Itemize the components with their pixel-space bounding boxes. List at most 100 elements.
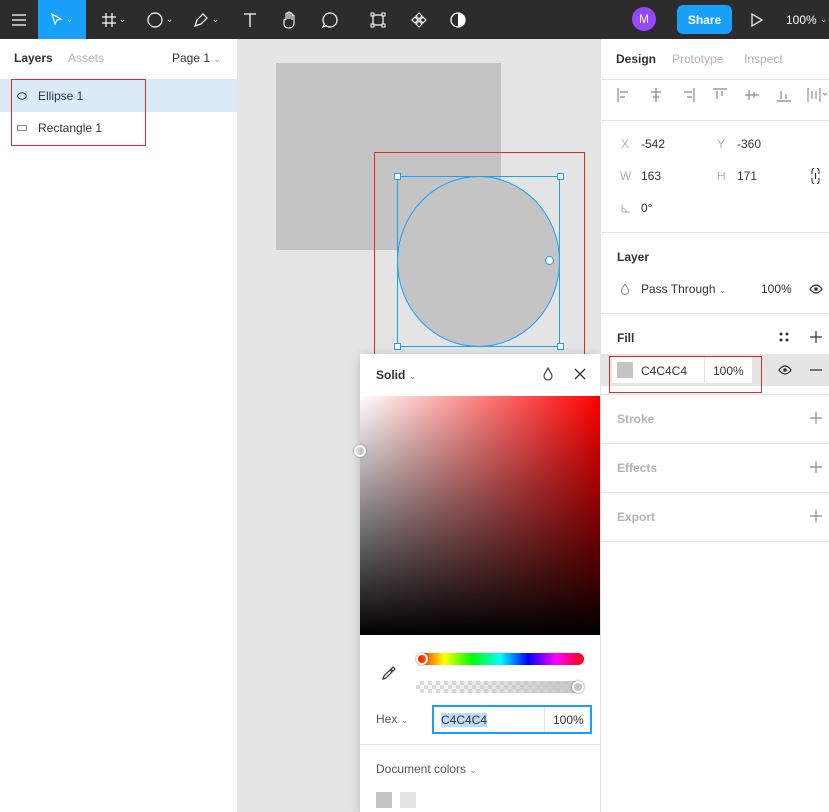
frame-tool-button[interactable]: ⌄ xyxy=(94,0,134,39)
fill-type: Solid xyxy=(376,368,406,382)
close-icon xyxy=(574,368,586,380)
layers-panel: Layers Assets Page 1 ⌄ Ellipse 1 Rectang… xyxy=(0,39,238,812)
layer-section-title: Layer xyxy=(617,250,650,264)
align-right-icon[interactable] xyxy=(681,88,695,102)
chevron-down-icon: ⌄ xyxy=(469,765,477,775)
annotation-highlight-fill xyxy=(609,356,762,393)
rotation-input[interactable]: 0° xyxy=(641,201,652,215)
resize-icon xyxy=(370,12,386,27)
remove-fill-icon[interactable] xyxy=(810,369,822,371)
close-button[interactable] xyxy=(574,368,586,383)
stroke-section-title: Stroke xyxy=(617,412,655,426)
tab-design[interactable]: Design xyxy=(616,52,656,66)
shape-tool-button[interactable]: ⌄ xyxy=(140,0,180,39)
height-input[interactable]: 171 xyxy=(737,169,757,183)
tab-layers[interactable]: Layers xyxy=(14,51,53,65)
cursor-icon xyxy=(50,12,63,26)
align-left-icon[interactable] xyxy=(617,88,631,102)
document-colors-label: Document colors xyxy=(376,762,467,776)
component-button[interactable] xyxy=(405,0,433,39)
hex-input[interactable]: C4C4C4 xyxy=(441,712,488,727)
chevron-down-icon: ⌄ xyxy=(718,285,727,295)
main-menu-button[interactable] xyxy=(0,0,38,39)
distribute-icon[interactable] xyxy=(807,88,827,102)
present-button[interactable] xyxy=(746,0,768,39)
width-input[interactable]: 163 xyxy=(641,169,661,183)
styles-grid-icon[interactable] xyxy=(779,332,789,342)
constrain-proportions-icon[interactable] xyxy=(811,168,820,184)
color-swatch[interactable] xyxy=(400,792,416,808)
tab-inspect[interactable]: Inspect xyxy=(744,52,783,66)
tab-prototype[interactable]: Prototype xyxy=(672,52,723,66)
blend-button[interactable] xyxy=(542,366,554,384)
comment-tool-button[interactable] xyxy=(316,0,344,39)
align-center-h-icon[interactable] xyxy=(649,88,663,102)
text-icon xyxy=(244,12,256,27)
color-knob[interactable] xyxy=(354,445,366,457)
toolbar: ⌄ ⌄ ⌄ ⌄ M Share 100% ⌄ xyxy=(0,0,829,39)
opacity-slider[interactable] xyxy=(416,681,584,693)
y-input[interactable]: -360 xyxy=(737,137,761,151)
x-input[interactable]: -542 xyxy=(641,137,665,151)
blend-drop-icon xyxy=(620,283,630,295)
mask-button[interactable] xyxy=(444,0,472,39)
effects-section-title: Effects xyxy=(617,461,658,475)
tab-assets[interactable]: Assets xyxy=(68,51,104,65)
add-fill-icon[interactable] xyxy=(810,331,822,343)
zoom-level: 100% xyxy=(786,12,817,27)
document-colors-dropdown[interactable]: Document colors ⌄ xyxy=(376,762,477,776)
chevron-down-icon: ⌄ xyxy=(213,54,221,64)
align-bottom-icon[interactable] xyxy=(777,88,791,102)
eyedropper-button[interactable] xyxy=(382,666,396,683)
layer-opacity-input[interactable]: 100% xyxy=(761,282,792,296)
blend-mode: Pass Through xyxy=(641,282,716,296)
w-label: W xyxy=(620,169,632,183)
color-model-dropdown[interactable]: Hex ⌄ xyxy=(376,712,408,726)
chevron-down-icon: ⌄ xyxy=(211,14,220,24)
play-icon xyxy=(751,12,763,27)
add-effect-icon[interactable] xyxy=(810,461,822,473)
h-label: H xyxy=(717,169,726,183)
contrast-icon xyxy=(450,11,466,28)
color-picker: Solid ⌄ Hex ⌄ C4C4C4 100% Document color… xyxy=(354,354,600,812)
color-swatch[interactable] xyxy=(376,792,392,808)
eyedropper-icon xyxy=(382,666,396,680)
fill-section-title: Fill xyxy=(617,331,635,345)
eye-icon[interactable] xyxy=(778,365,792,375)
avatar[interactable]: M xyxy=(632,7,656,31)
component-icon xyxy=(411,11,427,28)
align-top-icon[interactable] xyxy=(713,88,727,102)
eye-icon[interactable] xyxy=(809,284,823,294)
zoom-dropdown[interactable]: 100% ⌄ xyxy=(786,0,827,39)
resize-frame-button[interactable] xyxy=(364,0,392,39)
chevron-down-icon: ⌄ xyxy=(400,715,409,725)
hue-knob[interactable] xyxy=(416,653,428,665)
y-label: Y xyxy=(717,137,726,151)
pen-icon xyxy=(193,12,208,27)
opacity-knob[interactable] xyxy=(572,681,584,693)
page-selector[interactable]: Page 1 ⌄ xyxy=(172,51,221,65)
hex-input-group: C4C4C4 100% xyxy=(432,705,592,734)
pen-tool-button[interactable]: ⌄ xyxy=(186,0,226,39)
annotation-highlight-layers xyxy=(11,79,146,146)
chevron-down-icon: ⌄ xyxy=(819,14,828,24)
text-tool-button[interactable] xyxy=(236,0,264,39)
chevron-down-icon: ⌄ xyxy=(165,14,174,24)
blend-mode-dropdown[interactable]: Pass Through ⌄ xyxy=(641,282,726,296)
properties-panel: Design Prototype Inspect X -542 Y -360 W… xyxy=(600,39,829,812)
opacity-input[interactable]: 100% xyxy=(544,707,584,732)
hand-icon xyxy=(283,10,295,29)
add-stroke-icon[interactable] xyxy=(810,412,822,424)
add-export-icon[interactable] xyxy=(810,510,822,522)
align-center-v-icon[interactable] xyxy=(745,88,759,102)
ellipse-icon xyxy=(147,11,163,28)
hue-slider[interactable] xyxy=(416,653,584,665)
page-label: Page 1 xyxy=(172,51,211,65)
share-button[interactable]: Share xyxy=(677,5,732,34)
saturation-value-field[interactable] xyxy=(360,396,600,635)
chevron-down-icon: ⌄ xyxy=(65,14,74,24)
chevron-down-icon: ⌄ xyxy=(118,14,127,24)
move-tool-button[interactable]: ⌄ xyxy=(38,0,86,39)
fill-type-dropdown[interactable]: Solid ⌄ xyxy=(376,368,416,382)
hand-tool-button[interactable] xyxy=(276,0,304,39)
